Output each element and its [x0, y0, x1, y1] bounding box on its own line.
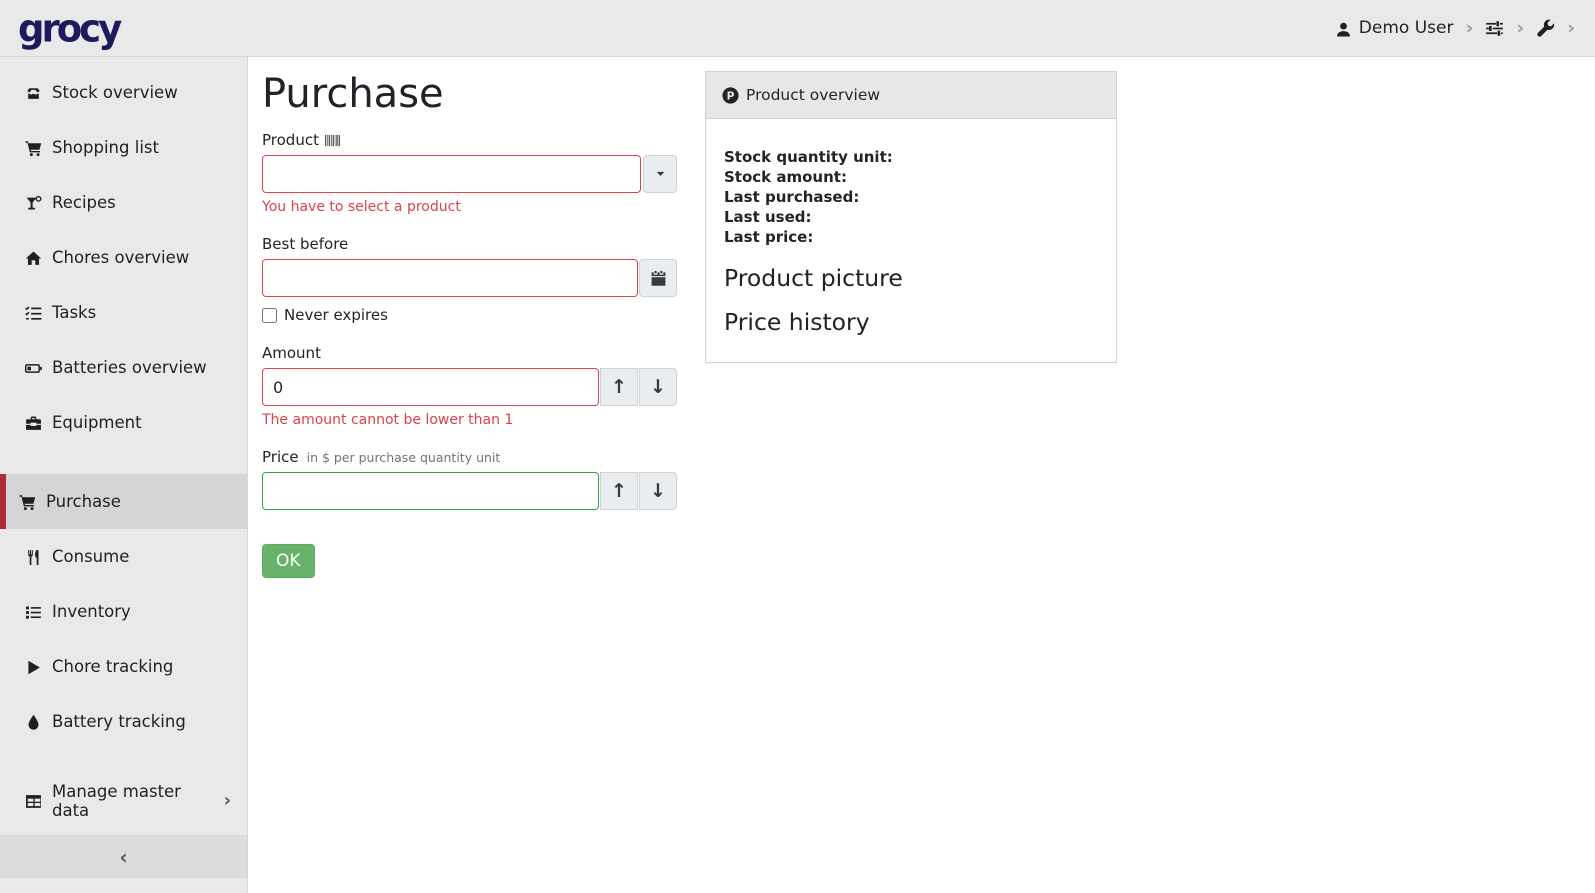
product-overview-body: Stock quantity unit: Stock amount: Last … [706, 119, 1116, 362]
sidebar-item-batteries-overview[interactable]: Batteries overview [0, 340, 247, 395]
arrow-down-icon: ↓ [650, 480, 666, 502]
arrow-down-icon: ↓ [650, 376, 666, 398]
grocy-logo: grocy [18, 9, 119, 47]
product-picture-heading: Product picture [724, 264, 1098, 292]
best-before-input[interactable] [262, 259, 638, 297]
sidebar-item-label: Manage master data [52, 782, 215, 820]
sidebar-item-equipment[interactable]: Equipment [0, 395, 247, 450]
sidebar-item-label: Consume [52, 547, 129, 566]
sidebar-item-label: Inventory [52, 602, 131, 621]
home-icon [23, 248, 43, 267]
amount-decrement-button[interactable]: ↓ [639, 368, 677, 406]
sidebar-item-label: Stock overview [52, 83, 178, 102]
sidebar-item-consume[interactable]: Consume [0, 529, 247, 584]
sidebar-item-stock-overview[interactable]: Stock overview [0, 65, 247, 120]
sidebar-item-label: Recipes [52, 193, 116, 212]
never-expires-row[interactable]: Never expires [262, 306, 677, 324]
utensils-icon [23, 547, 43, 566]
calendar-icon [650, 270, 667, 287]
sidebar-item-label: Batteries overview [52, 358, 207, 377]
purchase-form: Purchase Product You have to select a pr… [262, 71, 677, 578]
arrow-up-icon: ↑ [611, 480, 627, 502]
price-decrement-button[interactable]: ↓ [639, 472, 677, 510]
settings-menu-chevron-icon[interactable]: › [1514, 19, 1526, 38]
sidebar-item-label: Equipment [52, 413, 142, 432]
amount-label: Amount [262, 344, 321, 362]
admin-menu[interactable] [1536, 18, 1555, 38]
best-before-label: Best before [262, 235, 348, 253]
cart-icon [23, 138, 43, 157]
sidebar-item-label: Chores overview [52, 248, 189, 267]
sidebar-item-recipes[interactable]: Recipes [0, 175, 247, 230]
admin-menu-chevron-icon[interactable]: › [1565, 19, 1577, 38]
sidebar-item-inventory[interactable]: Inventory [0, 584, 247, 639]
product-overview-title: Product overview [746, 86, 880, 104]
product-error-text: You have to select a product [262, 199, 677, 215]
calendar-button[interactable] [639, 259, 677, 297]
sidebar-item-battery-tracking[interactable]: Battery tracking [0, 694, 247, 749]
sidebar-item-chores-overview[interactable]: Chores overview [0, 230, 247, 285]
caret-down-icon [653, 166, 668, 182]
stock-quantity-unit-label: Stock quantity unit: [724, 147, 1098, 167]
sidebar-item-shopping-list[interactable]: Shopping list [0, 120, 247, 175]
user-menu-chevron-icon[interactable]: › [1463, 19, 1475, 38]
product-dropdown-button[interactable] [643, 155, 677, 193]
product-overview-card: P Product overview Stock quantity unit: … [705, 71, 1117, 363]
list-icon [23, 602, 43, 621]
sidebar: Stock overview Shopping list Recipes Cho… [0, 57, 248, 893]
main-content: Purchase Product You have to select a pr… [249, 57, 1595, 893]
price-input[interactable] [262, 472, 599, 510]
sidebar-collapse-button[interactable]: ‹ [0, 835, 247, 878]
drop-icon [23, 712, 43, 731]
product-label: Product [262, 131, 319, 149]
user-menu[interactable]: Demo User [1335, 18, 1454, 38]
box-icon [23, 83, 43, 102]
never-expires-checkbox[interactable] [262, 308, 277, 323]
settings-menu[interactable] [1485, 18, 1504, 38]
cart-icon [17, 492, 37, 511]
table-icon [23, 791, 43, 810]
sidebar-item-label: Tasks [52, 303, 96, 322]
user-menu-label: Demo User [1359, 18, 1454, 38]
sidebar-item-label: Battery tracking [52, 712, 186, 731]
top-header: grocy Demo User › › › [0, 0, 1595, 57]
barcode-icon[interactable] [325, 131, 340, 149]
last-price-label: Last price: [724, 227, 1098, 247]
svg-text:P: P [727, 89, 735, 102]
price-history-heading: Price history [724, 308, 1098, 336]
sidebar-item-label: Shopping list [52, 138, 159, 157]
page-title: Purchase [262, 71, 677, 117]
wrench-icon [1536, 18, 1555, 38]
sidebar-item-label: Chore tracking [52, 657, 173, 676]
toolbox-icon [23, 413, 43, 432]
price-hint: in $ per purchase quantity unit [307, 450, 501, 465]
user-icon [1335, 19, 1352, 38]
amount-increment-button[interactable]: ↑ [600, 368, 638, 406]
sidebar-item-manage-master-data[interactable]: Manage master data › [0, 773, 247, 828]
play-icon [23, 657, 43, 676]
product-input[interactable] [262, 155, 641, 193]
tasks-icon [23, 303, 43, 322]
collapse-chevron-icon: ‹ [119, 845, 127, 869]
sidebar-item-chore-tracking[interactable]: Chore tracking [0, 639, 247, 694]
never-expires-label: Never expires [284, 306, 388, 324]
stock-amount-label: Stock amount: [724, 167, 1098, 187]
price-label: Price [262, 448, 299, 466]
price-increment-button[interactable]: ↑ [600, 472, 638, 510]
submenu-chevron-icon: › [224, 790, 231, 811]
sidebar-item-tasks[interactable]: Tasks [0, 285, 247, 340]
arrow-up-icon: ↑ [611, 376, 627, 398]
battery-icon [23, 358, 43, 377]
last-used-label: Last used: [724, 207, 1098, 227]
amount-input[interactable] [262, 368, 599, 406]
sliders-icon [1485, 18, 1504, 38]
sidebar-item-purchase[interactable]: Purchase [0, 474, 247, 529]
cocktail-icon [23, 193, 43, 212]
product-circle-icon: P [722, 86, 739, 104]
sidebar-item-label: Purchase [46, 492, 121, 511]
ok-button[interactable]: OK [262, 544, 315, 578]
last-purchased-label: Last purchased: [724, 187, 1098, 207]
amount-error-text: The amount cannot be lower than 1 [262, 412, 677, 428]
product-overview-header: P Product overview [706, 72, 1116, 119]
